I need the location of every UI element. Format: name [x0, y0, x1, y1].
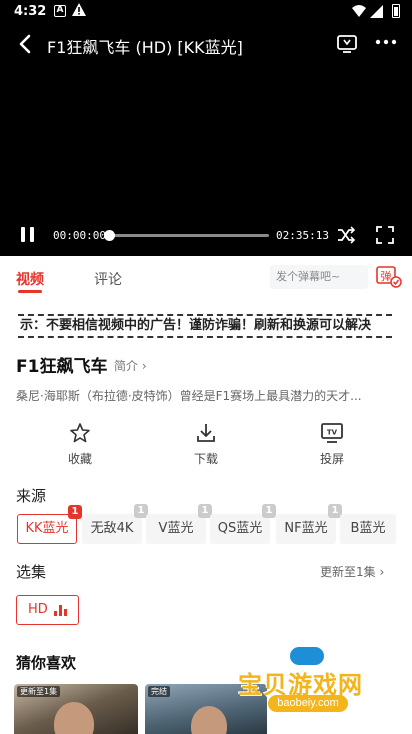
episodes-label: 选集 — [16, 563, 47, 581]
watermark-logo: 宝贝游戏网 baobeiy.com — [236, 645, 386, 715]
player-title: F1狂飙飞车 (HD) [KK蓝光] — [47, 38, 243, 57]
source-label: V蓝光 — [158, 521, 194, 536]
favorite-label: 收藏 — [67, 452, 92, 466]
source-label: QS蓝光 — [217, 521, 263, 536]
tv-mirror-icon[interactable] — [336, 33, 358, 55]
notification-a-icon: A — [54, 5, 66, 17]
cast-label: 投屏 — [319, 452, 344, 466]
battery-icon — [392, 4, 400, 18]
episode-update-link[interactable]: 更新至1集 › — [320, 563, 384, 580]
update-text: 更新至1集 — [320, 565, 376, 579]
tab-video[interactable]: 视频 — [16, 269, 44, 289]
signal-icon — [370, 5, 383, 22]
fullscreen-icon[interactable] — [376, 226, 394, 244]
sources-label: 来源 — [16, 487, 47, 505]
cast-button[interactable]: TV 投屏 — [297, 422, 367, 467]
more-icon[interactable] — [374, 33, 398, 55]
download-icon — [195, 422, 217, 444]
warning-notice: 示：不要相信视频中的广告！谨防诈骗！刷新和换源可以解决 — [18, 314, 392, 338]
progress-thumb[interactable] — [104, 230, 115, 241]
source-label: NF蓝光 — [284, 521, 328, 536]
episode-hd[interactable]: HD — [16, 595, 79, 625]
chevron-right-icon: › — [141, 359, 147, 373]
status-time: 4:32 — [14, 4, 47, 19]
favorite-button[interactable]: 收藏 — [45, 422, 115, 467]
show-title: F1狂飙飞车 — [16, 357, 108, 377]
status-bar: 4:32 A — [0, 0, 412, 24]
intro-label: 简介 — [114, 359, 139, 373]
watermark-url: baobeiy.com — [268, 695, 348, 712]
source-wudi4k[interactable]: 无敌4K 1 — [82, 504, 148, 544]
source-qs[interactable]: QS蓝光 1 — [210, 504, 276, 544]
danmu-input[interactable]: 发个弹幕吧~ — [270, 265, 368, 289]
source-v[interactable]: V蓝光 1 — [146, 504, 212, 544]
tv-cast-icon: TV — [321, 422, 343, 444]
danmu-toggle-icon[interactable]: 弹 — [376, 266, 402, 288]
progress-bar[interactable] — [108, 234, 269, 237]
back-icon[interactable] — [16, 33, 36, 55]
episode-label: HD — [28, 602, 48, 617]
download-button[interactable]: 下载 — [171, 422, 241, 467]
tab-comment[interactable]: 评论 — [94, 269, 122, 289]
total-time: 02:35:13 — [276, 229, 329, 242]
poster-face — [191, 706, 227, 734]
gamepad-icon — [290, 647, 324, 665]
star-icon — [69, 422, 91, 444]
source-b[interactable]: B蓝光 — [340, 514, 396, 544]
source-badge: 1 — [68, 505, 82, 519]
poster-face — [54, 702, 94, 734]
source-badge: 1 — [262, 504, 276, 518]
warning-icon — [72, 3, 86, 20]
current-time: 00:00:00 — [53, 229, 106, 242]
source-label: KK蓝光 — [25, 521, 69, 536]
source-label: 无敌4K — [90, 521, 134, 536]
wifi-icon — [352, 5, 366, 21]
playing-equalizer-icon — [54, 605, 67, 616]
download-label: 下载 — [193, 452, 218, 466]
source-label: B蓝光 — [350, 521, 386, 536]
recommend-label: 猜你喜欢 — [16, 654, 77, 672]
svg-text:TV: TV — [327, 429, 338, 437]
svg-text:弹: 弹 — [381, 269, 392, 283]
chevron-right-icon: › — [379, 565, 385, 579]
switch-source-icon[interactable] — [336, 226, 356, 244]
pause-button[interactable] — [18, 226, 38, 244]
poster-tag: 更新至1集 — [17, 686, 61, 697]
show-description[interactable]: 桑尼·海耶斯（布拉德·皮特饰）曾经是F1赛场上最具潜力的天才... — [16, 387, 396, 404]
video-player[interactable]: 4:32 A F1狂飙飞车 (HD) [KK蓝光] 00:00:00 02:35… — [0, 0, 412, 256]
intro-link[interactable]: 简介 › — [114, 357, 147, 374]
recommend-poster[interactable]: 更新至1集 — [14, 684, 138, 734]
source-kk[interactable]: KK蓝光 1 — [17, 505, 82, 544]
poster-tag: 完结 — [148, 686, 170, 697]
tab-indicator — [18, 290, 42, 293]
source-nf[interactable]: NF蓝光 1 — [276, 504, 342, 544]
